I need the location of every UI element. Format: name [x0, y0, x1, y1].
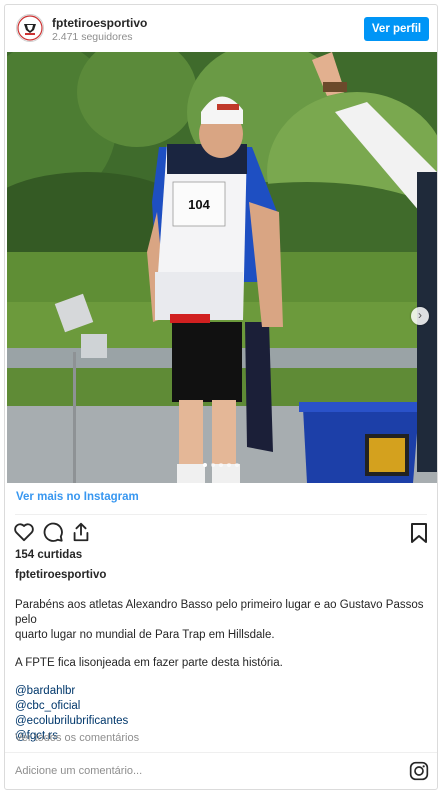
next-slide-button[interactable]: ›: [411, 307, 429, 325]
post-image[interactable]: 104 ›: [7, 52, 437, 483]
divider: [15, 514, 427, 515]
carousel-dot: [227, 463, 231, 467]
heart-icon[interactable]: [13, 522, 35, 547]
post-caption: Parabéns aos atletas Alexandro Basso pel…: [15, 598, 431, 744]
comment-icon[interactable]: [42, 521, 64, 548]
post-header: fptetiroesportivo 2.471 seguidores Ver p…: [5, 5, 437, 51]
bib-number: 104: [188, 197, 210, 212]
caption-line: A FPTE fica lisonjeada em fazer parte de…: [15, 657, 283, 669]
like-count[interactable]: 154 curtidas: [15, 549, 82, 561]
view-all-comments-link[interactable]: Ver todos os comentários: [15, 732, 139, 744]
avatar[interactable]: [16, 14, 44, 42]
caption-line: quarto lugar no mundial de Para Trap em …: [15, 629, 275, 641]
post-username[interactable]: fptetiroesportivo: [15, 569, 106, 581]
bookmark-icon[interactable]: [410, 522, 428, 549]
instagram-embed-card: fptetiroesportivo 2.471 seguidores Ver p…: [4, 4, 438, 790]
view-more-on-instagram-link[interactable]: Ver mais no Instagram: [16, 491, 139, 503]
mention-link[interactable]: @bardahlbr: [15, 684, 431, 699]
photo-athlete: 104: [7, 52, 437, 483]
carousel-indicator: [5, 463, 437, 467]
view-profile-button[interactable]: Ver perfil: [364, 17, 429, 41]
carousel-dot: [235, 463, 239, 467]
add-comment-input[interactable]: Adicione um comentário...: [15, 765, 142, 777]
follower-count: 2.471 seguidores: [52, 31, 133, 43]
mention-link[interactable]: @ecolubrilubrificantes: [15, 714, 431, 729]
instagram-logo-icon[interactable]: [409, 761, 429, 786]
caption-line: Parabéns aos atletas Alexandro Basso pel…: [15, 599, 424, 626]
carousel-dot: [203, 463, 207, 467]
mention-link[interactable]: @cbc_oficial: [15, 699, 431, 714]
header-username[interactable]: fptetiroesportivo: [52, 16, 147, 30]
carousel-dot: [211, 463, 215, 467]
divider: [5, 752, 437, 753]
chevron-right-icon: ›: [418, 308, 422, 322]
carousel-dot: [219, 463, 223, 467]
share-icon[interactable]: [70, 521, 92, 548]
